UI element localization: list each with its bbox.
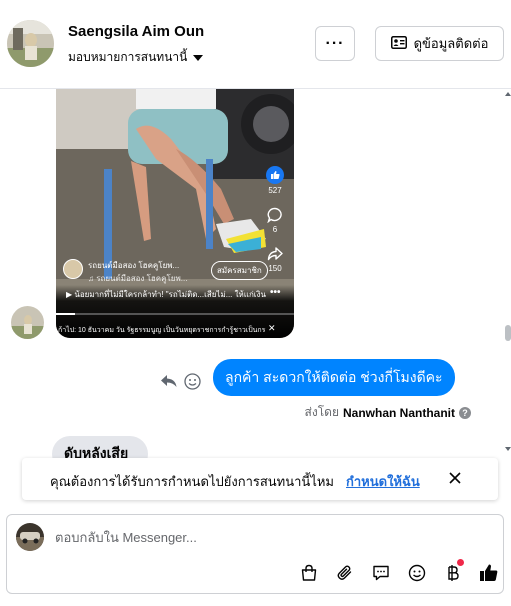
channel-avatar[interactable] xyxy=(63,259,83,279)
contact-card-icon xyxy=(390,35,407,52)
close-icon[interactable]: ✕ xyxy=(268,323,276,334)
scroll-up-arrow-icon[interactable] xyxy=(505,92,511,96)
notification-dot xyxy=(457,559,464,566)
scrollbar-thumb[interactable] xyxy=(505,325,511,341)
video-comment-control[interactable]: 6 xyxy=(262,207,288,234)
saved-replies-button[interactable] xyxy=(363,561,399,585)
view-contact-label: ดูข้อมูลติดต่อ xyxy=(413,36,489,51)
like-count: 527 xyxy=(268,186,282,195)
contact-avatar-small xyxy=(11,306,44,339)
assign-to-me-link[interactable]: กำหนดให้ฉัน xyxy=(346,471,420,492)
sent-by-label: ส่งโดย Nanwhan Nanthanit ? xyxy=(305,403,471,422)
channel-title: รถยนต์มือสอง โฮคคูโยพ... ♫ รถยนต์มือสอง … xyxy=(88,261,188,283)
composer-toolbar xyxy=(291,559,507,585)
comment-count: 6 xyxy=(272,225,278,234)
chat-bubble-icon xyxy=(373,565,389,581)
like-icon xyxy=(266,166,284,184)
assign-prompt-text: คุณต้องการได้รับการกำหนดไปยังการสนทนานี้… xyxy=(50,474,334,489)
view-contact-button[interactable]: ดูข้อมูลติดต่อ xyxy=(375,26,504,61)
assign-conversation-dropdown[interactable]: มอบหมายการสนทนานี้ xyxy=(68,48,204,67)
page-avatar xyxy=(16,523,44,551)
send-like-button[interactable] xyxy=(471,561,507,585)
reply-icon[interactable] xyxy=(160,373,178,394)
outgoing-message-bubble[interactable]: ลูกค้า สะดวกให้ติดต่อ ช่วงกี่โมงดีคะ xyxy=(213,359,455,396)
contact-avatar[interactable] xyxy=(7,20,54,67)
subscribe-button[interactable]: สมัครสมาชิก xyxy=(211,261,268,280)
sender-name: Nanwhan Nanthanit xyxy=(342,405,455,420)
payment-button[interactable] xyxy=(435,559,471,585)
paperclip-icon xyxy=(337,565,352,580)
more-options-button[interactable]: ··· xyxy=(315,26,355,61)
emoji-button[interactable] xyxy=(399,561,435,585)
shared-video-message[interactable]: 527 6 150 รถยนต์มือสอง โฮคคูโยพ... ♫ รถย… xyxy=(56,89,294,338)
reply-composer xyxy=(6,514,504,594)
message-thread: 527 6 150 รถยนต์มือสอง โฮคคูโยพ... ♫ รถย… xyxy=(0,89,511,509)
video-progress-bar[interactable] xyxy=(56,313,294,315)
video-like-control[interactable]: 527 xyxy=(262,166,288,195)
info-icon[interactable]: ? xyxy=(459,406,471,419)
sent-by-prefix: ส่งโดย xyxy=(304,405,339,419)
scroll-down-arrow-icon[interactable] xyxy=(505,447,511,451)
reply-input[interactable] xyxy=(55,525,475,549)
shopping-bag-icon xyxy=(301,564,317,581)
video-menu-icon[interactable]: ••• xyxy=(270,287,281,298)
contact-name[interactable]: Saengsila Aim Oun xyxy=(68,23,204,40)
news-ticker: ก้าไป: 10 ธันวาคม วัน รัฐธรรมนูญ เป็นวัน… xyxy=(58,327,266,334)
video-caption: ▶ น้อยมากที่ไม่มีใครกล้าทำ! "รถไม่ติด...… xyxy=(66,290,266,299)
conversation-header: Saengsila Aim Oun มอบหมายการสนทนานี้ ···… xyxy=(0,0,511,89)
shop-bag-button[interactable] xyxy=(291,561,327,585)
react-emoji-icon[interactable] xyxy=(184,373,201,395)
baht-icon xyxy=(448,565,459,581)
attach-button[interactable] xyxy=(327,561,363,585)
comment-icon xyxy=(267,207,283,225)
caret-down-icon xyxy=(193,54,204,61)
emoji-icon xyxy=(408,564,426,582)
close-icon[interactable] xyxy=(446,469,464,487)
thumbs-up-icon xyxy=(480,564,498,581)
assign-label: มอบหมายการสนทนานี้ xyxy=(68,50,188,64)
assign-prompt-banner: คุณต้องการได้รับการกำหนดไปยังการสนทนานี้… xyxy=(22,458,498,500)
share-icon xyxy=(267,246,283,264)
thread-scrollbar[interactable] xyxy=(504,89,511,509)
